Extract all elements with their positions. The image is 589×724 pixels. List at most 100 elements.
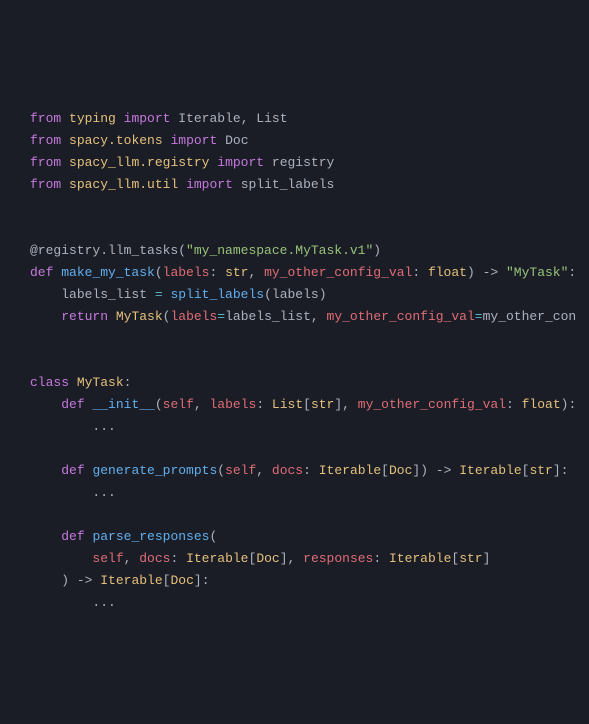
call-split-labels: split_labels [170,287,264,302]
body-line-2: return MyTask(labels=labels_list, my_oth… [30,309,576,324]
arrow: -> [428,463,459,478]
keyword-from: from [30,133,61,148]
type-float: float [428,265,467,280]
method-generate-prompts: generate_prompts [92,463,217,478]
method-parse-responses: parse_responses [92,529,209,544]
keyword-def: def [61,529,84,544]
comma: , [311,309,327,324]
decorator-line: @registry.llm_tasks("my_namespace.MyTask… [30,243,381,258]
init-def-line: def __init__(self, labels: List[str], my… [30,397,576,412]
close-bracket: ] [553,463,561,478]
param-other: my_other_config_val [358,397,506,412]
open-bracket: [ [303,397,311,412]
parse-responses-def-line-1: def parse_responses( [30,529,217,544]
colon: : [568,265,576,280]
type-str: str [225,265,248,280]
ellipsis: ... [92,419,115,434]
close-bracket: ] [194,573,202,588]
close-paren: ) [420,463,428,478]
param-self: self [163,397,194,412]
keyword-def: def [61,463,84,478]
param-self: self [225,463,256,478]
type-list: List [272,397,303,412]
import-line-1: from typing import Iterable, List [30,111,288,126]
close-paren: ) [319,287,327,302]
colon-annot: : [209,265,225,280]
module-name: spacy_llm.util [69,177,178,192]
decorator-arg-str: "my_namespace.MyTask.v1" [186,243,373,258]
ellipsis-line: ... [30,485,116,500]
module-name: typing [69,111,116,126]
val-other: my_other_con [483,309,577,324]
colon: : [561,463,569,478]
type-iterable: Iterable [319,463,381,478]
module-name: spacy.tokens [69,133,163,148]
keyword-def: def [30,265,53,280]
code-block: from typing import Iterable, List from s… [30,108,589,614]
open-paren: ( [155,265,163,280]
keyword-return: return [61,309,108,324]
keyword-class: class [30,375,69,390]
open-paren: ( [264,287,272,302]
space [108,309,116,324]
kwarg-labels: labels [170,309,217,324]
type-float: float [522,397,561,412]
open-paren: ( [178,243,186,258]
close-paren: ) [61,573,69,588]
open-bracket: [ [381,463,389,478]
factory-def-line: def make_my_task(labels: str, my_other_c… [30,265,576,280]
return-type-str: str [529,463,552,478]
param-docs: docs [272,463,303,478]
ellipsis-line: ... [30,595,116,610]
generate-prompts-def-line: def generate_prompts(self, docs: Iterabl… [30,463,568,478]
arg-labels: labels [272,287,319,302]
import-names: split_labels [241,177,335,192]
import-names: Doc [225,133,248,148]
keyword-import: import [170,133,217,148]
module-name: spacy_llm.registry [69,155,209,170]
import-line-2: from spacy.tokens import Doc [30,133,249,148]
close-paren: ) [373,243,381,258]
open-paren: ( [217,463,225,478]
colon-annot: : [506,397,522,412]
class-name: MyTask [77,375,124,390]
body-line-1: labels_list = split_labels(labels) [30,287,327,302]
class-mytask: MyTask [116,309,163,324]
colon-annot: : [412,265,428,280]
colon: : [202,573,210,588]
comma: , [256,463,272,478]
open-bracket: [ [163,573,171,588]
keyword-import: import [217,155,264,170]
ellipsis-line: ... [30,419,116,434]
return-type-str: "MyTask" [506,265,568,280]
colon-annot: : [303,463,319,478]
class-def-line: class MyTask: [30,375,131,390]
open-paren: ( [155,397,163,412]
comma: , [194,397,210,412]
arrow: -> [475,265,506,280]
keyword-def: def [61,397,84,412]
colon: : [568,397,576,412]
return-type-iterable: Iterable [100,573,162,588]
space [69,375,77,390]
import-names: Iterable, List [178,111,287,126]
ellipsis: ... [92,485,115,500]
param-labels: labels [163,265,210,280]
return-type-iterable: Iterable [459,463,521,478]
arrow: -> [69,573,100,588]
equals-op: = [475,309,483,324]
function-name: make_my_task [61,265,155,280]
kwarg-other: my_other_config_val [327,309,475,324]
equals-op: = [147,287,170,302]
colon-annot: : [256,397,272,412]
comma: , [248,265,264,280]
keyword-from: from [30,155,61,170]
keyword-from: from [30,177,61,192]
method-init: __init__ [92,397,154,412]
parse-responses-def-line-3: ) -> Iterable[Doc]: [30,573,210,588]
keyword-import: import [186,177,233,192]
param-other-config: my_other_config_val [264,265,412,280]
keyword-import: import [124,111,171,126]
open-paren: ( [209,529,217,544]
import-line-3: from spacy_llm.registry import registry [30,155,334,170]
